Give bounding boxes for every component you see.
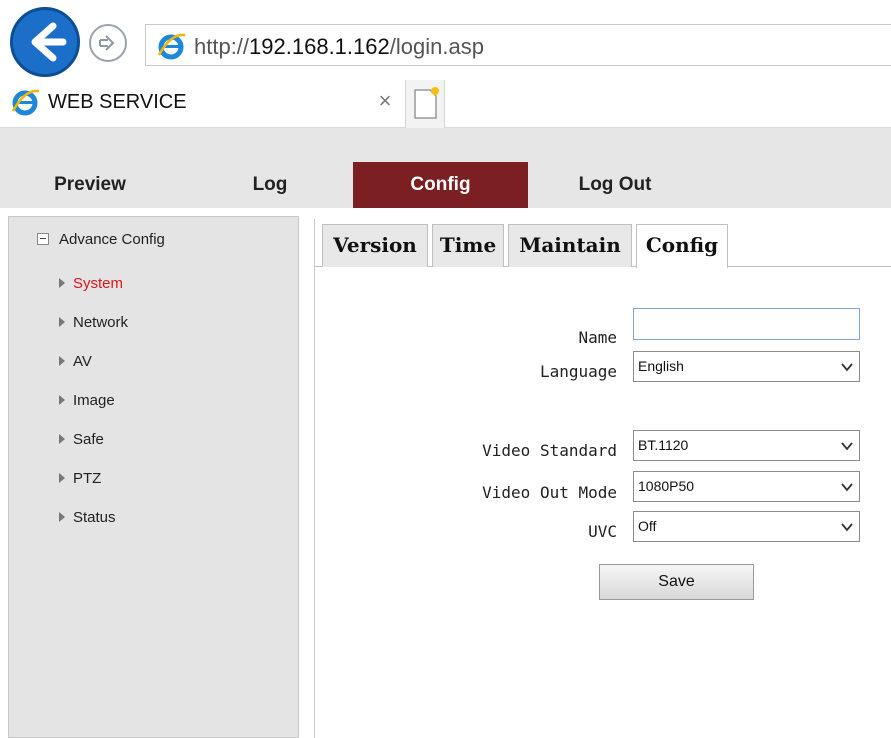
language-select[interactable]: English bbox=[633, 351, 860, 382]
triangle-right-icon bbox=[59, 395, 65, 405]
sidebar-item-image[interactable]: Image bbox=[59, 392, 128, 431]
triangle-right-icon bbox=[59, 473, 65, 483]
triangle-right-icon bbox=[59, 512, 65, 522]
new-tab-button[interactable] bbox=[405, 80, 445, 128]
browser-tab-bar: WEB SERVICE × bbox=[0, 80, 891, 128]
sidebar-item-network[interactable]: Network bbox=[59, 314, 128, 353]
nav-log-out[interactable]: Log Out bbox=[545, 162, 685, 208]
triangle-right-icon bbox=[59, 356, 65, 366]
nav-preview[interactable]: Preview bbox=[30, 162, 150, 208]
sidebar-item-system[interactable]: System bbox=[59, 275, 128, 314]
video-standard-value: BT.1120 bbox=[638, 437, 689, 453]
main-panel: Version Time Maintain Config Name Langua… bbox=[314, 219, 891, 738]
triangle-right-icon bbox=[59, 434, 65, 444]
nav-config[interactable]: Config bbox=[353, 162, 528, 208]
nav-log[interactable]: Log bbox=[220, 162, 320, 208]
content-area: Advance Config System Network AV Image S… bbox=[0, 208, 891, 738]
new-tab-icon bbox=[414, 87, 439, 119]
sidebar-item-label: Image bbox=[73, 392, 115, 409]
video-out-mode-select[interactable]: 1080P50 bbox=[633, 471, 860, 502]
sidebar-item-label: AV bbox=[73, 353, 92, 370]
uvc-label: UVC bbox=[588, 522, 617, 541]
sidebar-item-safe[interactable]: Safe bbox=[59, 431, 128, 470]
triangle-right-icon bbox=[59, 278, 65, 288]
video-out-mode-label: Video Out Mode bbox=[482, 483, 617, 502]
language-value: English bbox=[638, 358, 684, 374]
browser-address-bar: http://192.168.1.162/login.asp bbox=[0, 0, 891, 80]
tab-config[interactable]: Config bbox=[636, 224, 728, 268]
tab-version[interactable]: Version bbox=[322, 224, 428, 267]
tab-maintain[interactable]: Maintain bbox=[508, 224, 632, 267]
sidebar-item-label: PTZ bbox=[73, 470, 102, 487]
forward-arrow-icon bbox=[99, 35, 115, 51]
app-header: Preview Log Config Log Out bbox=[0, 128, 891, 208]
triangle-right-icon bbox=[59, 317, 65, 327]
uvc-select[interactable]: Off bbox=[633, 511, 860, 542]
sidebar-root-advance-config[interactable]: Advance Config bbox=[37, 231, 165, 248]
sidebar-item-label: Safe bbox=[73, 431, 104, 448]
url-prefix: http:// bbox=[194, 34, 250, 59]
browser-tab[interactable]: WEB SERVICE × bbox=[0, 80, 400, 128]
config-tabs: Version Time Maintain Config bbox=[315, 219, 891, 268]
url-text: http://192.168.1.162/login.asp bbox=[194, 34, 484, 60]
name-input[interactable] bbox=[633, 308, 860, 340]
video-out-mode-value: 1080P50 bbox=[638, 478, 695, 494]
forward-button[interactable] bbox=[89, 24, 127, 62]
sidebar-item-status[interactable]: Status bbox=[59, 509, 128, 548]
tab-time[interactable]: Time bbox=[432, 224, 504, 267]
sidebar-item-label: Status bbox=[73, 509, 116, 526]
sidebar-item-label: Network bbox=[73, 314, 129, 331]
sidebar-menu: System Network AV Image Safe PTZ Status bbox=[59, 275, 128, 548]
url-path: /login.asp bbox=[389, 34, 484, 59]
chevron-down-icon bbox=[841, 442, 853, 451]
sidebar: Advance Config System Network AV Image S… bbox=[8, 216, 299, 738]
sidebar-root-label: Advance Config bbox=[59, 231, 165, 248]
chevron-down-icon bbox=[841, 483, 853, 492]
sidebar-item-ptz[interactable]: PTZ bbox=[59, 470, 128, 509]
minus-box-icon[interactable] bbox=[37, 233, 49, 245]
internet-explorer-icon bbox=[157, 33, 186, 60]
sidebar-item-label: System bbox=[73, 275, 124, 292]
uvc-value: Off bbox=[638, 518, 657, 534]
url-field[interactable]: http://192.168.1.162/login.asp bbox=[145, 24, 891, 66]
tab-close-button[interactable]: × bbox=[374, 88, 396, 114]
sidebar-item-av[interactable]: AV bbox=[59, 353, 128, 392]
save-button[interactable]: Save bbox=[599, 564, 754, 600]
name-label: Name bbox=[578, 328, 617, 347]
browser-tab-title: WEB SERVICE bbox=[48, 91, 187, 113]
language-label: Language bbox=[539, 362, 617, 381]
chevron-down-icon bbox=[841, 363, 853, 372]
video-standard-label: Video Standard bbox=[482, 441, 617, 460]
back-button[interactable] bbox=[10, 7, 80, 77]
back-arrow-icon bbox=[31, 22, 67, 62]
url-host: 192.168.1.162 bbox=[249, 34, 390, 59]
video-standard-select[interactable]: BT.1120 bbox=[633, 430, 860, 461]
internet-explorer-icon bbox=[11, 89, 40, 116]
chevron-down-icon bbox=[841, 523, 853, 532]
